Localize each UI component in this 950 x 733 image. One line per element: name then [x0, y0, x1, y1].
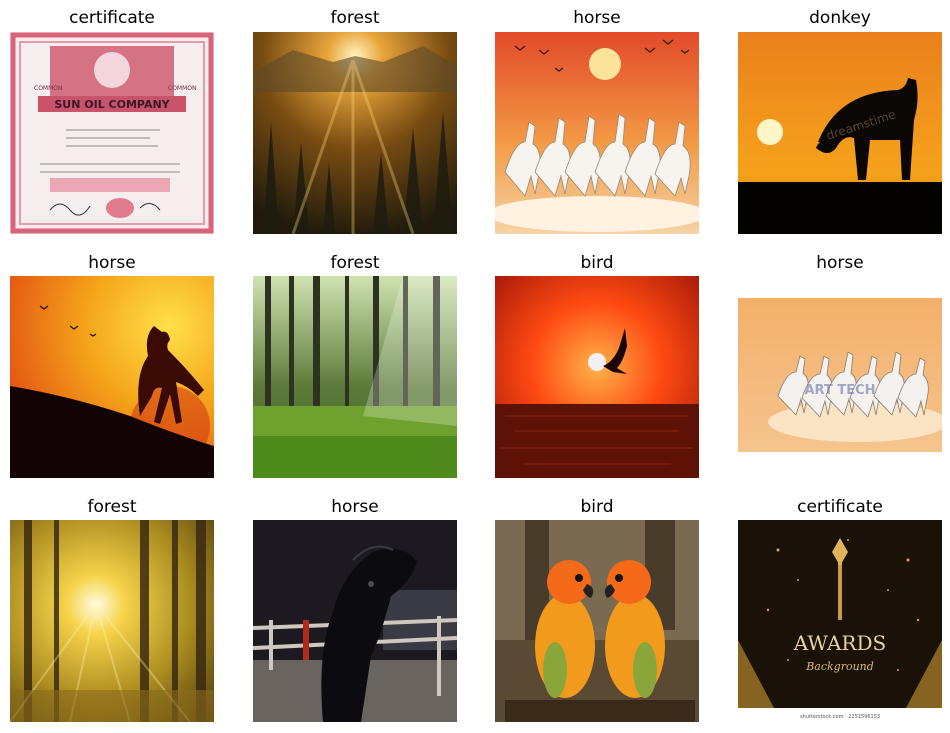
horse-watermark-text: ART TECH — [804, 383, 875, 398]
image-title: forest — [330, 8, 380, 28]
awards-credit-text: shutterstock.com · 2251596153 — [800, 714, 880, 720]
black-horse-night-image — [253, 520, 457, 722]
image-title: bird — [580, 253, 614, 273]
awards-background-image: AWARDS Background shutterstock.com · 225… — [738, 520, 942, 722]
green-forest-image — [253, 276, 457, 478]
running-horses-desert-image: ART TECH — [738, 276, 942, 478]
image-title: certificate — [797, 497, 883, 517]
image-title: forest — [87, 497, 137, 517]
sunlit-forest-image — [10, 520, 214, 722]
forest-sunrise-image — [253, 32, 457, 234]
image-title: horse — [88, 253, 136, 273]
image-title: horse — [573, 8, 621, 28]
image-title: horse — [331, 497, 379, 517]
sun-conure-parrots-image — [495, 520, 699, 722]
awards-title-text: AWARDS — [793, 631, 886, 655]
horse-silhouette-sunset-image — [10, 276, 214, 478]
donkey-silhouette-image: dreamstime — [738, 32, 942, 234]
certificate-stock-image: SUN OIL COMPANY COMMON COMMON — [10, 32, 214, 234]
certificate-common-right-text: COMMON — [168, 85, 196, 92]
image-title: horse — [816, 253, 864, 273]
image-title: certificate — [69, 8, 155, 28]
image-title: forest — [330, 253, 380, 273]
image-title: donkey — [809, 8, 871, 28]
image-title: bird — [580, 497, 614, 517]
bird-red-sunset-image — [495, 276, 699, 478]
awards-subtitle-text: Background — [805, 660, 874, 673]
certificate-company-text: SUN OIL COMPANY — [54, 98, 170, 111]
running-horses-painting-image — [495, 32, 699, 234]
certificate-common-left-text: COMMON — [34, 85, 62, 92]
